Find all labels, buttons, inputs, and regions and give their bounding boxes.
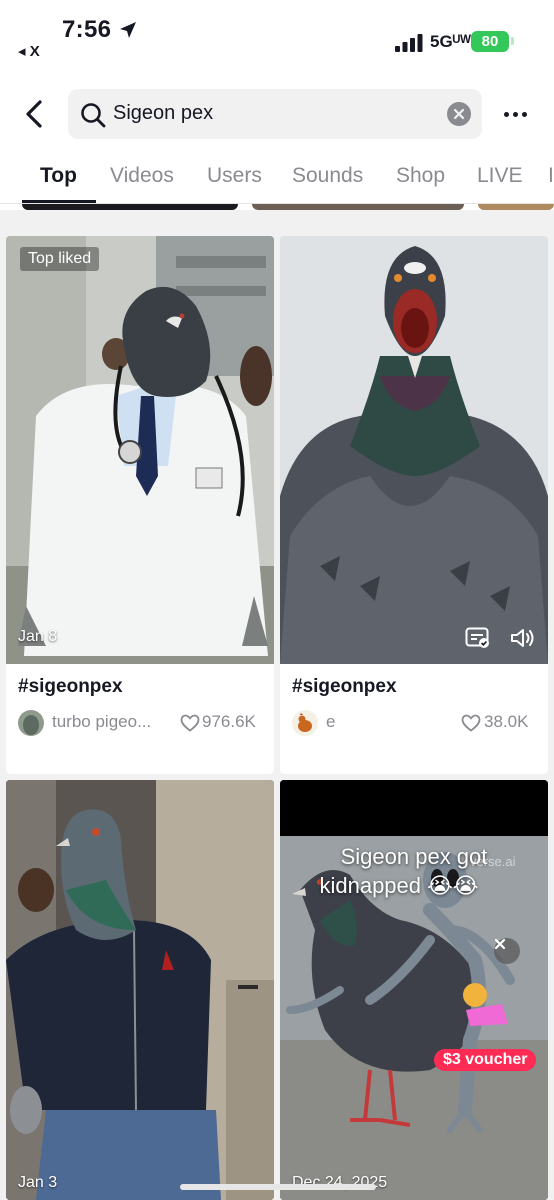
back-to-app-link[interactable]: ◂ X bbox=[18, 42, 40, 60]
tab-overflow[interactable]: I bbox=[548, 164, 554, 188]
status-time: 7:56 bbox=[62, 16, 112, 43]
tab-users[interactable]: Users bbox=[207, 164, 262, 188]
watermark: verse.ai bbox=[470, 854, 516, 869]
status-bar: 7:56 ◂ X 5Gᵁᵂ 80 bbox=[0, 0, 554, 80]
video-thumbnail[interactable]: Sigeon pex got kidnapped 😭😭 verse.ai Dec… bbox=[280, 780, 548, 1200]
close-icon bbox=[453, 108, 465, 120]
search-query[interactable]: Sigeon pex bbox=[113, 102, 213, 125]
pigeon-doctor-image bbox=[6, 236, 274, 664]
tab-sounds[interactable]: Sounds bbox=[292, 164, 363, 188]
search-input[interactable]: Sigeon pex bbox=[68, 89, 482, 139]
screaming-pigeon-image bbox=[280, 236, 548, 664]
close-icon bbox=[494, 938, 506, 950]
more-dot-icon bbox=[512, 111, 518, 117]
video-caption: kidnapped 😭😭 bbox=[319, 873, 479, 898]
post-date: Jan 3 bbox=[18, 1174, 58, 1191]
voucher-button[interactable]: $3 voucher bbox=[434, 1049, 537, 1071]
sound-on-icon[interactable] bbox=[510, 627, 536, 649]
battery-cap bbox=[511, 37, 514, 45]
home-indicator[interactable] bbox=[180, 1184, 376, 1190]
close-voucher-button[interactable] bbox=[494, 938, 520, 964]
captions-icon[interactable] bbox=[465, 627, 491, 649]
video-thumbnail[interactable]: Top liked Jan 8 bbox=[6, 236, 274, 664]
location-arrow-icon bbox=[120, 22, 136, 38]
back-button[interactable] bbox=[16, 96, 52, 132]
rooster-avatar-icon bbox=[292, 710, 318, 736]
video-card[interactable]: Sigeon pex got kidnapped 😭😭 verse.ai Dec… bbox=[280, 780, 548, 1200]
top-liked-badge: Top liked bbox=[20, 247, 100, 271]
author-name[interactable]: e bbox=[326, 712, 335, 732]
pigeon-avatar-image bbox=[18, 710, 44, 736]
search-tabs: Top Videos Users Sounds Shop LIVE I bbox=[0, 160, 554, 204]
clear-search-button[interactable] bbox=[447, 102, 471, 126]
tab-live[interactable]: LIVE bbox=[477, 164, 523, 188]
tab-top[interactable]: Top bbox=[40, 164, 77, 188]
more-dot-icon bbox=[503, 111, 509, 117]
search-icon bbox=[81, 103, 106, 128]
author-name[interactable]: turbo pigeo... bbox=[52, 712, 151, 732]
tab-shop[interactable]: Shop bbox=[396, 164, 445, 188]
pigeon-in-jacket-image bbox=[6, 780, 274, 1200]
tab-videos[interactable]: Videos bbox=[110, 164, 174, 188]
video-thumbnail[interactable]: Jan 3 bbox=[6, 780, 274, 1200]
heart-outline-icon bbox=[180, 714, 200, 732]
video-title[interactable]: #sigeonpex bbox=[292, 676, 397, 698]
battery-level: 80 bbox=[471, 31, 509, 52]
network-type: 5Gᵁᵂ bbox=[430, 32, 471, 51]
cellular-signal-icon bbox=[395, 34, 423, 52]
video-card[interactable]: #sigeonpex e 38.0K bbox=[280, 236, 548, 774]
more-dot-icon bbox=[521, 111, 527, 117]
video-title[interactable]: #sigeonpex bbox=[18, 676, 123, 698]
like-count: 976.6K bbox=[202, 712, 256, 731]
avatar[interactable] bbox=[292, 710, 318, 736]
video-card[interactable]: Jan 3 bbox=[6, 780, 274, 1200]
chevron-left-icon bbox=[26, 100, 42, 128]
video-thumbnail[interactable] bbox=[280, 236, 548, 664]
avatar[interactable] bbox=[18, 710, 44, 736]
post-date: Jan 8 bbox=[18, 628, 58, 645]
heart-outline-icon bbox=[461, 714, 481, 732]
like-count: 38.0K bbox=[484, 712, 529, 731]
video-card[interactable]: Top liked Jan 8 #sigeonpex turbo pigeo..… bbox=[6, 236, 274, 774]
more-options-button[interactable] bbox=[498, 100, 532, 128]
